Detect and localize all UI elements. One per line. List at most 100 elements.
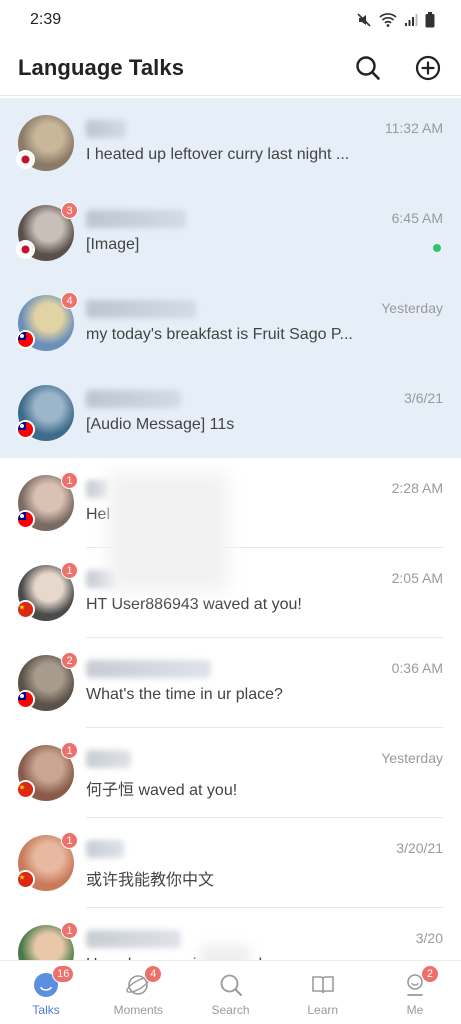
chat-row[interactable]: 4 Yesterday my today's breakfast is Frui… — [0, 278, 461, 368]
nav-tab-learn[interactable]: Learn — [277, 961, 369, 1024]
chat-list[interactable]: 11:32 AM I heated up leftover curry last… — [0, 98, 461, 960]
chat-body: Yesterday 何子恒 waved at you! — [86, 728, 443, 818]
signal-icon — [404, 13, 418, 27]
chat-time: 3/20 — [415, 930, 443, 946]
chat-body: 3/20/21 或许我能教你中文 — [86, 818, 443, 908]
unread-badge: 1 — [61, 562, 78, 579]
chat-preview: [Image] — [86, 236, 140, 253]
unread-badge: 1 — [61, 472, 78, 489]
chat-row[interactable]: 2 0:36 AM What's the time in ur place? — [0, 638, 461, 728]
avatar-wrap: 1 — [16, 742, 78, 801]
chat-preview: [Audio Message] 11s — [86, 416, 235, 433]
taiwan-flag-icon — [16, 690, 35, 709]
nav-badge: 2 — [420, 965, 439, 983]
contact-name-blurred — [86, 930, 181, 948]
status-bar: 2:39 — [0, 0, 461, 40]
chat-time: 0:36 AM — [391, 660, 443, 676]
status-icons — [356, 12, 435, 28]
search-icon — [356, 55, 380, 80]
chat-time: 11:32 AM — [384, 120, 443, 136]
contact-name-blurred — [86, 120, 126, 138]
avatar-wrap: 1 — [16, 832, 78, 891]
avatar-wrap: 2 — [16, 652, 78, 711]
nav-tab-moments[interactable]: Moments 4 — [92, 961, 184, 1024]
contact-name-blurred — [86, 750, 131, 768]
unread-badge: 1 — [61, 832, 78, 849]
chat-row[interactable]: 11:32 AM I heated up leftover curry last… — [0, 98, 461, 188]
chat-time: 3/6/21 — [404, 390, 443, 406]
bottom-nav: Talks 16 Moments 4 Search Learn Me 2 — [0, 960, 461, 1024]
contact-name-blurred — [86, 300, 196, 318]
unread-badge: 4 — [61, 292, 78, 309]
chat-preview: 或许我能教你中文 — [86, 872, 215, 889]
nav-tab-talks[interactable]: Talks 16 — [0, 961, 92, 1024]
nav-label: Search — [211, 1003, 250, 1017]
avatar-wrap — [16, 385, 74, 441]
chat-preview: I heated up leftover curry last night ..… — [86, 146, 350, 163]
chat-time: Yesterday — [381, 300, 443, 316]
china-flag-icon — [16, 780, 35, 799]
chat-time: 6:45 AM — [391, 210, 443, 226]
chat-time: 2:05 AM — [391, 570, 443, 586]
chat-body: 11:32 AM I heated up leftover curry last… — [86, 98, 443, 188]
nav-label: Learn — [307, 1003, 339, 1017]
chat-preview: my today's breakfast is Fruit Sago P... — [86, 326, 353, 343]
contact-name-blurred — [86, 390, 181, 408]
nav-tab-me[interactable]: Me 2 — [369, 961, 461, 1024]
mute-icon — [356, 12, 372, 28]
app-header: Language Talks — [0, 40, 461, 96]
chat-time: 3/20/21 — [396, 840, 443, 856]
chat-row[interactable]: 1 3/20/21 或许我能教你中文 — [0, 818, 461, 908]
chat-row[interactable]: 1 2:28 AM Hel — [0, 458, 461, 548]
unread-badge: 2 — [61, 652, 78, 669]
nav-badge: 16 — [52, 965, 75, 983]
search-button[interactable] — [353, 53, 383, 83]
avatar-wrap — [16, 115, 74, 171]
chat-preview: 何子恒 waved at you! — [86, 782, 238, 799]
chat-body: 6:45 AM [Image] — [86, 188, 443, 278]
unread-badge: 1 — [61, 922, 78, 939]
battery-icon — [425, 12, 435, 28]
chat-preview: What's the time in ur place? — [86, 686, 283, 703]
chat-time: Yesterday — [381, 750, 443, 766]
unread-badge: 3 — [61, 202, 78, 219]
taiwan-flag-icon — [16, 330, 35, 349]
unread-badge: 1 — [61, 742, 78, 759]
nav-badge: 4 — [144, 965, 163, 983]
taiwan-flag-icon — [16, 420, 35, 439]
nav-tab-search[interactable]: Search — [184, 961, 276, 1024]
privacy-blur-overlay — [108, 472, 228, 592]
japan-flag-icon — [16, 150, 35, 169]
search-icon — [217, 971, 245, 999]
chat-row[interactable]: 3 6:45 AM [Image] — [0, 188, 461, 278]
china-flag-icon — [16, 600, 35, 619]
chat-preview: HT User886943 waved at you! — [86, 596, 302, 613]
contact-name-blurred — [86, 480, 108, 498]
avatar-wrap: 1 — [16, 472, 78, 531]
page-title: Language Talks — [18, 54, 185, 80]
chat-row[interactable]: 1 2:05 AM HT User886943 waved at you! — [0, 548, 461, 638]
nav-label: Me — [406, 1003, 424, 1017]
japan-flag-icon — [16, 240, 35, 259]
add-circle-icon — [415, 55, 441, 80]
learn-book-icon — [309, 971, 337, 999]
add-chat-button[interactable] — [413, 53, 443, 83]
contact-name-blurred — [86, 210, 186, 228]
contact-name-blurred — [86, 660, 211, 678]
china-flag-icon — [16, 870, 35, 889]
status-time: 2:39 — [30, 11, 62, 28]
nav-label: Moments — [113, 1003, 163, 1017]
chat-body: 3/20 How do you enjoy ... under quar — [86, 908, 443, 960]
wifi-icon — [379, 12, 397, 28]
taiwan-flag-icon — [16, 510, 35, 529]
chat-body: 0:36 AM What's the time in ur place? — [86, 638, 443, 728]
chat-row[interactable]: 3/6/21 [Audio Message] 11s — [0, 368, 461, 458]
chat-body: 3/6/21 [Audio Message] 11s — [86, 368, 443, 458]
online-dot — [433, 244, 441, 252]
chat-body: Yesterday my today's breakfast is Fruit … — [86, 278, 443, 368]
chat-time: 2:28 AM — [391, 480, 443, 496]
chat-row[interactable]: 1 Yesterday 何子恒 waved at you! — [0, 728, 461, 818]
contact-name-blurred — [86, 840, 124, 858]
avatar-wrap: 4 — [16, 292, 78, 351]
header-actions — [353, 53, 443, 83]
